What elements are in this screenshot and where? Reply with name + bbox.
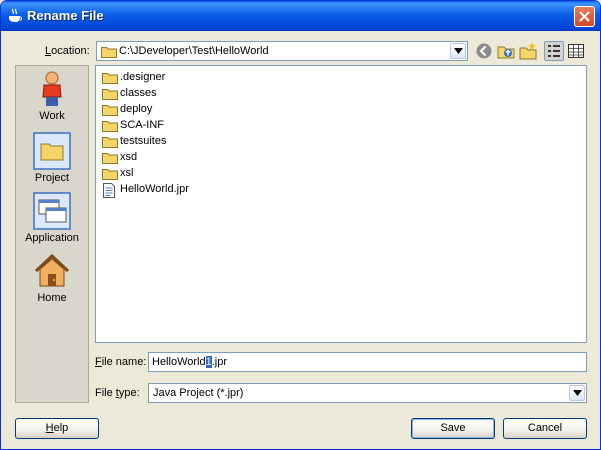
- file-name-label: File name:: [95, 356, 147, 368]
- title-bar[interactable]: Rename File: [1, 1, 600, 31]
- file-type-combo[interactable]: Java Project (*.jpr): [148, 383, 587, 403]
- place-label: Work: [39, 110, 65, 122]
- java-cup-icon: [9, 8, 22, 22]
- folder-icon: [102, 153, 118, 164]
- list-view-icon: [548, 45, 560, 57]
- back-button[interactable]: [474, 41, 494, 61]
- place-label: Project: [34, 172, 70, 184]
- place-home[interactable]: Home: [16, 252, 88, 304]
- file-name: xsl: [120, 167, 134, 179]
- folder-icon: [102, 73, 118, 84]
- details-view-icon: [568, 44, 584, 58]
- file-name: HelloWorld.jpr: [120, 183, 189, 195]
- file-name: deploy: [120, 103, 153, 115]
- location-label: Location:: [45, 45, 90, 57]
- place-label: Home: [37, 292, 67, 304]
- close-icon: [579, 11, 590, 22]
- folder-icon: [102, 169, 118, 180]
- file-type-value: Java Project (*.jpr): [153, 387, 244, 399]
- file-name: classes: [120, 87, 157, 99]
- back-icon: [476, 43, 492, 59]
- work-person-icon: [42, 71, 62, 106]
- place-application[interactable]: Application: [16, 192, 88, 244]
- places-bar: Work Project Application Home: [15, 65, 89, 403]
- cancel-button[interactable]: Cancel: [503, 418, 587, 439]
- folder-icon: [101, 47, 117, 58]
- place-label: Application: [25, 232, 79, 244]
- list-view-button[interactable]: [544, 41, 564, 61]
- file-type-label: File type:: [95, 387, 140, 399]
- up-folder-icon: [497, 46, 515, 59]
- folder-icon: [102, 105, 118, 116]
- home-icon: [34, 253, 70, 287]
- file-type-dropdown-arrow[interactable]: [569, 385, 585, 401]
- window-title: Rename File: [27, 8, 104, 23]
- new-folder-button[interactable]: [518, 41, 538, 61]
- location-combo[interactable]: C:\JDeveloper\Test\HelloWorld: [96, 41, 468, 61]
- folder-icon: [102, 137, 118, 148]
- close-button[interactable]: [574, 6, 595, 27]
- location-dropdown-arrow[interactable]: [450, 43, 466, 59]
- chevron-down-icon: [454, 48, 463, 54]
- details-view-button[interactable]: [566, 41, 586, 61]
- file-name: xsd: [120, 151, 138, 163]
- new-folder-icon: [519, 42, 537, 60]
- file-name-input[interactable]: HelloWorld1.jpr: [148, 352, 587, 372]
- file-list[interactable]: .designer classes deploy SCA-INF testsui…: [95, 65, 587, 343]
- folder-icon: [102, 121, 118, 132]
- document-icon: [103, 183, 115, 198]
- up-folder-button[interactable]: [496, 41, 516, 61]
- file-name: .designer: [120, 71, 166, 83]
- place-project[interactable]: Project: [16, 132, 88, 184]
- chevron-down-icon: [573, 390, 582, 396]
- place-work[interactable]: Work: [16, 70, 88, 122]
- file-name: SCA-INF: [120, 119, 164, 131]
- folder-icon: [102, 89, 118, 100]
- file-name: testsuites: [120, 135, 167, 147]
- help-button[interactable]: Help: [15, 418, 99, 439]
- rename-file-dialog: Rename File Location: C:\JDeveloper\Test…: [0, 0, 601, 450]
- project-folder-icon: [33, 132, 71, 170]
- save-button[interactable]: Save: [411, 418, 495, 439]
- location-path: C:\JDeveloper\Test\HelloWorld: [119, 45, 269, 57]
- application-icon: [33, 192, 71, 230]
